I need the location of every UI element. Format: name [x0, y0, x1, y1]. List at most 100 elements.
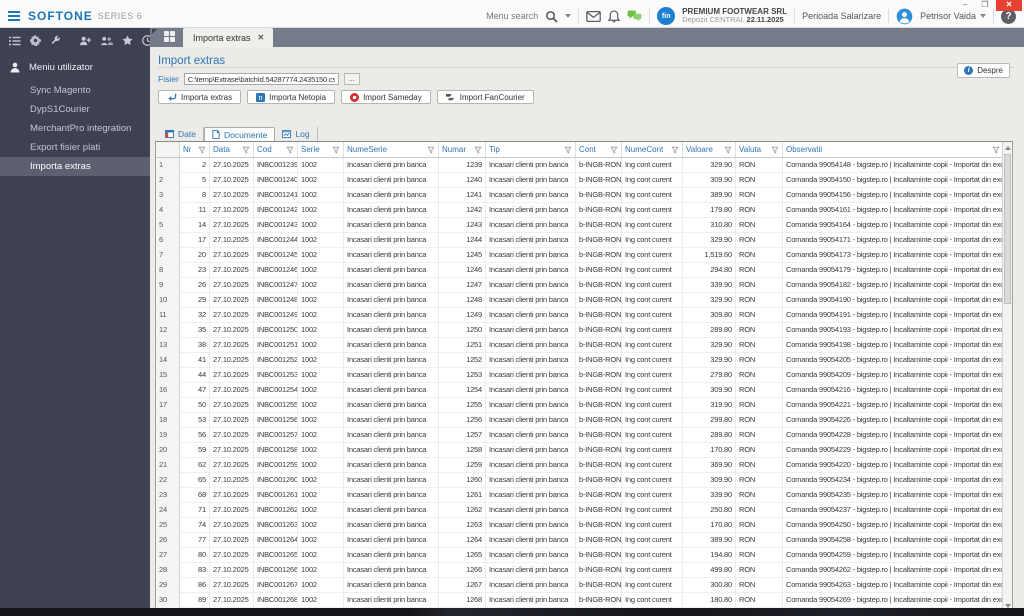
favorites-star-icon[interactable] [122, 35, 133, 46]
gear-icon[interactable] [30, 35, 41, 46]
column-header[interactable]: Numar [439, 142, 486, 157]
filter-funnel-icon[interactable] [564, 146, 572, 154]
filter-funnel-icon[interactable] [724, 146, 732, 154]
table-row[interactable]: 11 32 27.10.2025 INBC001249 1002 Incasari cli… [156, 308, 1004, 323]
column-header[interactable]: Valoare [683, 142, 736, 157]
table-row[interactable]: 19 56 27.10.2025 INBC001257 1002 Incasari cli… [156, 428, 1004, 443]
column-header[interactable]: Cod [254, 142, 298, 157]
table-row[interactable]: 13 38 27.10.2025 INBC001251 1002 Incasari cli… [156, 338, 1004, 353]
column-header[interactable]: Valuta [736, 142, 783, 157]
subtab-date[interactable]: Date [158, 127, 204, 141]
column-header[interactable]: Nr [180, 142, 210, 157]
table-row[interactable]: 27 80 27.10.2025 INBC001265 1002 Incasari cli… [156, 548, 1004, 563]
add-user-icon[interactable] [79, 36, 91, 46]
close-button[interactable]: ✕ [996, 0, 1022, 11]
table-row[interactable]: 21 62 27.10.2025 INBC001259 1002 Incasari cli… [156, 458, 1004, 473]
scroll-up-icon[interactable] [1005, 146, 1011, 150]
browse-button[interactable]: ... [343, 73, 360, 85]
table-row[interactable]: 4 11 27.10.2025 INBC001242 1002 Incasari clie… [156, 203, 1004, 218]
table-row[interactable]: 30 89 27.10.2025 INBC001268 1002 Incasari cli… [156, 593, 1004, 608]
os-taskbar[interactable] [0, 608, 1024, 616]
column-header[interactable]: NumeCont [622, 142, 683, 157]
list-icon[interactable] [9, 36, 21, 46]
vertical-scrollbar[interactable] [1002, 142, 1012, 612]
table-row[interactable]: 3 8 27.10.2025 INBC001241 1002 Incasari clien… [156, 188, 1004, 203]
subtab-log[interactable]: Log [275, 127, 318, 141]
filter-funnel-icon[interactable] [242, 146, 250, 154]
table-row[interactable]: 7 20 27.10.2025 INBC001245 1002 Incasari clie… [156, 248, 1004, 263]
table-row[interactable]: 25 74 27.10.2025 INBC001263 1002 Incasari cli… [156, 518, 1004, 533]
table-row[interactable]: 28 83 27.10.2025 INBC001266 1002 Incasari cli… [156, 563, 1004, 578]
column-header[interactable]: Observatii [783, 142, 1004, 157]
mail-icon[interactable] [586, 10, 602, 22]
filter-funnel-icon[interactable] [332, 146, 340, 154]
table-row[interactable]: 10 29 27.10.2025 INBC001248 1002 Incasari cli… [156, 293, 1004, 308]
filter-funnel-icon[interactable] [671, 146, 679, 154]
column-header[interactable] [156, 142, 180, 157]
sidebar-item[interactable]: Importa extras [0, 157, 150, 176]
tab-close-icon[interactable]: ✕ [258, 33, 265, 42]
table-row[interactable]: 15 44 27.10.2025 INBC001253 1002 Incasari cli… [156, 368, 1004, 383]
table-row[interactable]: 1 2 27.10.2025 INBC001239 1002 Incasari clien… [156, 158, 1004, 173]
table-row[interactable]: 2 5 27.10.2025 INBC001240 1002 Incasari clien… [156, 173, 1004, 188]
filter-funnel-icon[interactable] [474, 146, 482, 154]
user-menu[interactable]: Petrisor Vaida [920, 11, 986, 21]
table-row[interactable]: 24 71 27.10.2025 INBC001262 1002 Incasari cli… [156, 503, 1004, 518]
scrollbar-thumb[interactable] [1004, 154, 1011, 304]
tabstrip-dropdown-icon[interactable] [152, 29, 157, 34]
table-cell: 26 [180, 278, 210, 293]
table-row[interactable]: 23 68 27.10.2025 INBC001261 1002 Incasari cli… [156, 488, 1004, 503]
sidebar-item[interactable]: MerchantPro integration [0, 119, 150, 138]
column-header[interactable]: Tip [486, 142, 576, 157]
table-row[interactable]: 22 65 27.10.2025 INBC001260 1002 Incasari cli… [156, 473, 1004, 488]
table-row[interactable]: 12 35 27.10.2025 INBC001250 1002 Incasari cli… [156, 323, 1004, 338]
table-row[interactable]: 16 47 27.10.2025 INBC001254 1002 Incasari cli… [156, 383, 1004, 398]
chat-icon[interactable] [627, 10, 642, 22]
apps-grid-icon[interactable] [164, 31, 175, 42]
maximize-button[interactable]: ❐ [976, 0, 994, 11]
subtab-documente[interactable]: Documente [203, 127, 276, 141]
company-selector[interactable]: PREMIUM FOOTWEAR SRL Depozit CENTRAL 22.… [682, 7, 787, 25]
filter-funnel-icon[interactable] [610, 146, 618, 154]
table-row[interactable]: 20 59 27.10.2025 INBC001258 1002 Incasari cli… [156, 443, 1004, 458]
table-row[interactable]: 6 17 27.10.2025 INBC001244 1002 Incasari clie… [156, 233, 1004, 248]
import-button[interactable]: Import FanCourier [436, 90, 534, 104]
minimize-button[interactable]: – [956, 0, 974, 11]
filter-funnel-icon[interactable] [771, 146, 779, 154]
table-row[interactable]: 14 41 27.10.2025 INBC001252 1002 Incasari cli… [156, 353, 1004, 368]
users-group-icon[interactable] [100, 36, 113, 46]
menu-search-label[interactable]: Menu search [486, 11, 538, 21]
search-dropdown-icon[interactable] [565, 14, 572, 18]
table-row[interactable]: 17 50 27.10.2025 INBC001255 1002 Incasari cli… [156, 398, 1004, 413]
despre-button[interactable]: i Despre [957, 63, 1010, 78]
column-header[interactable]: Cont [576, 142, 622, 157]
sidebar-item[interactable]: Export fisier plati [0, 138, 150, 157]
fisier-input[interactable] [183, 73, 339, 85]
import-button[interactable]: Import Sameday [341, 90, 431, 104]
filter-funnel-icon[interactable] [427, 146, 435, 154]
search-icon[interactable] [545, 10, 558, 23]
wrench-icon[interactable] [50, 35, 61, 46]
filter-funnel-icon[interactable] [198, 146, 206, 154]
table-row[interactable]: 29 86 27.10.2025 INBC001267 1002 Incasari cli… [156, 578, 1004, 593]
table-row[interactable]: 26 77 27.10.2025 INBC001264 1002 Incasari cli… [156, 533, 1004, 548]
table-row[interactable]: 18 53 27.10.2025 INBC001256 1002 Incasari cli… [156, 413, 1004, 428]
sidebar-item[interactable]: DypS1Courier [0, 100, 150, 119]
notifications-bell-icon[interactable] [608, 9, 621, 23]
column-header[interactable]: NumeSerie [344, 142, 439, 157]
sidebar-item[interactable]: Sync Magento [0, 81, 150, 100]
table-row[interactable]: 5 14 27.10.2025 INBC001243 1002 Incasari clie… [156, 218, 1004, 233]
filter-funnel-icon[interactable] [992, 146, 1000, 154]
column-header[interactable]: Data [210, 142, 254, 157]
import-button[interactable]: n Importa Netopia [247, 90, 336, 104]
table-row[interactable]: 9 26 27.10.2025 INBC001247 1002 Incasari clie… [156, 278, 1004, 293]
payroll-period-link[interactable]: Perioada Salarizare [802, 11, 881, 21]
table-row[interactable]: 8 23 27.10.2025 INBC001246 1002 Incasari clie… [156, 263, 1004, 278]
filter-funnel-icon[interactable] [286, 146, 294, 154]
column-header[interactable]: Serie [298, 142, 344, 157]
user-avatar-icon[interactable] [896, 8, 913, 25]
hamburger-menu-icon[interactable] [8, 11, 20, 21]
table-cell: 30 [156, 593, 180, 608]
import-button[interactable]: Importa extras [158, 90, 242, 104]
tab-importa-extras[interactable]: Importa extras ✕ [183, 28, 274, 47]
